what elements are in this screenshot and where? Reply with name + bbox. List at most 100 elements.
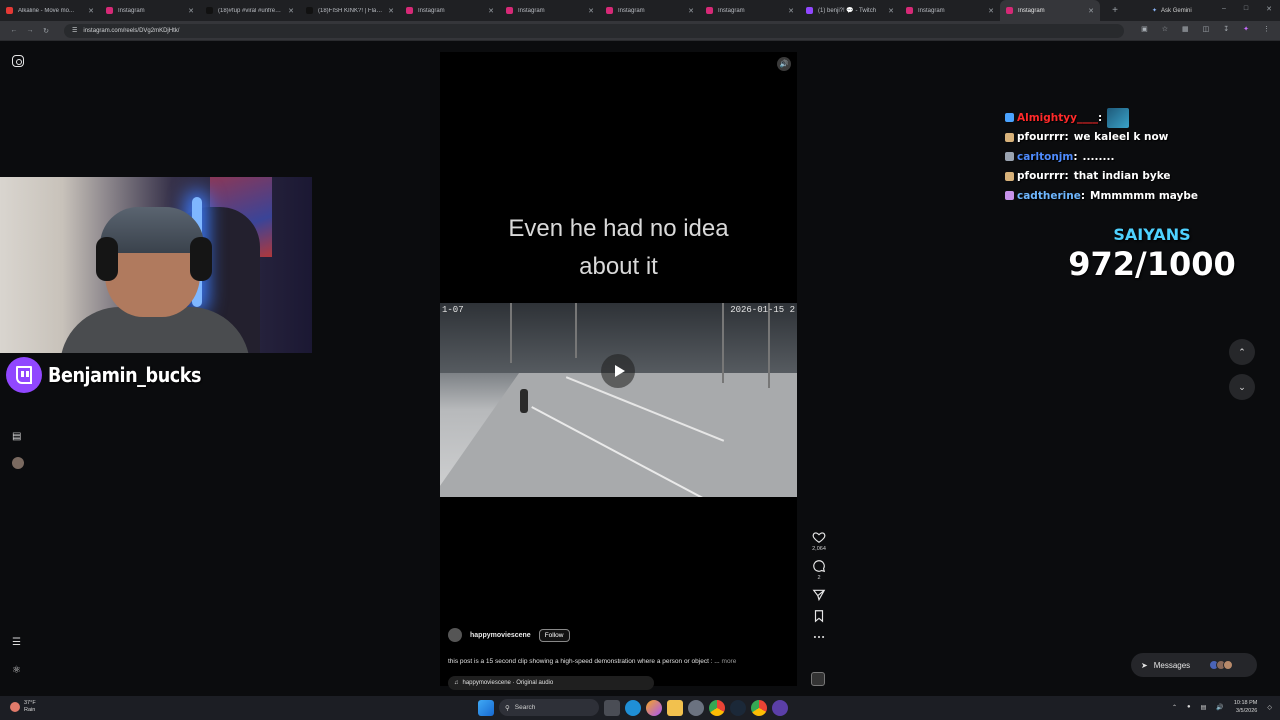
tab-close-icon[interactable]: ✕ bbox=[988, 7, 994, 15]
tab-close-icon[interactable]: ✕ bbox=[788, 7, 794, 15]
share-button[interactable] bbox=[812, 588, 826, 602]
tab-favicon-icon bbox=[6, 7, 13, 14]
save-button[interactable] bbox=[812, 609, 826, 623]
browser-tab[interactable]: Instagram ✕ bbox=[500, 0, 600, 21]
minimize-button[interactable]: – bbox=[1222, 5, 1226, 13]
settings-icon[interactable] bbox=[688, 699, 704, 716]
download-icon[interactable]: ↧ bbox=[1223, 25, 1229, 33]
chat-username: pfourrrr bbox=[1017, 131, 1065, 144]
tab-close-icon[interactable]: ✕ bbox=[588, 7, 594, 15]
reel-video-frame[interactable]: 1-07 2026-01-15 2 bbox=[440, 303, 797, 497]
meta-apps-icon[interactable]: ⚛ bbox=[12, 665, 21, 676]
extensions-icon[interactable]: ▦ bbox=[1182, 25, 1189, 33]
browser-tab[interactable]: Instagram ✕ bbox=[1000, 0, 1100, 21]
chat-badge-icon bbox=[1005, 152, 1014, 162]
close-window-button[interactable]: ✕ bbox=[1266, 5, 1272, 13]
sidepanel-icon[interactable]: ◫ bbox=[1203, 25, 1210, 33]
ask-gemini-label: Ask Gemini bbox=[1161, 7, 1192, 14]
clock[interactable]: 10:18 PM 3/5/2026 bbox=[1234, 699, 1258, 715]
author-avatar[interactable] bbox=[448, 628, 462, 642]
next-reel-button[interactable]: ⌄ bbox=[1229, 374, 1255, 400]
play-icon[interactable] bbox=[601, 354, 635, 388]
mic-icon[interactable]: ● bbox=[1187, 704, 1191, 710]
back-icon[interactable]: ← bbox=[8, 27, 20, 34]
person-figure bbox=[520, 389, 528, 413]
more-options-button[interactable] bbox=[812, 630, 826, 644]
reel-player[interactable]: 🔊 Even he had no idea about it 1-07 2026… bbox=[440, 52, 797, 690]
tab-close-icon[interactable]: ✕ bbox=[88, 7, 94, 15]
tab-close-icon[interactable]: ✕ bbox=[188, 7, 194, 15]
weather-widget[interactable]: 37°F Rain bbox=[10, 700, 36, 714]
mute-button[interactable]: 🔊 bbox=[777, 57, 791, 71]
sub-goal: SAIYANS 972/1000 bbox=[1060, 225, 1244, 283]
menu-icon[interactable]: ⋮ bbox=[1263, 25, 1270, 33]
weather-temp: 37°F bbox=[24, 700, 36, 706]
browser-tab[interactable]: Instagram ✕ bbox=[700, 0, 800, 21]
new-tab-button[interactable]: + bbox=[1108, 5, 1122, 16]
copilot-icon[interactable] bbox=[646, 699, 662, 716]
tab-close-icon[interactable]: ✕ bbox=[488, 7, 494, 15]
chat-message: Almightyy____: bbox=[1005, 107, 1265, 128]
steam-icon[interactable] bbox=[730, 699, 746, 716]
reload-icon[interactable]: ↻ bbox=[40, 27, 52, 35]
tab-label: (18)#fup #viral #unfreeze bbox=[218, 7, 285, 14]
gemini-icon[interactable]: ✦ bbox=[1243, 25, 1249, 33]
more-link[interactable]: more bbox=[722, 658, 737, 665]
chrome-icon[interactable] bbox=[709, 699, 725, 716]
taskbar-search[interactable]: ⚲ Search bbox=[499, 699, 599, 716]
browser-tab[interactable]: Instagram ✕ bbox=[100, 0, 200, 21]
tab-close-icon[interactable]: ✕ bbox=[688, 7, 694, 15]
comment-button[interactable]: 2 bbox=[812, 559, 826, 581]
volume-icon[interactable]: 🔊 bbox=[1216, 704, 1223, 711]
instagram-logo-icon[interactable] bbox=[12, 55, 24, 67]
forward-icon[interactable]: → bbox=[24, 27, 36, 34]
taskbar-apps: ⚲ Search bbox=[478, 699, 788, 716]
browser-tab[interactable]: Instagram ✕ bbox=[400, 0, 500, 21]
tab-close-icon[interactable]: ✕ bbox=[888, 7, 894, 15]
task-view-icon[interactable] bbox=[604, 699, 620, 716]
tab-close-icon[interactable]: ✕ bbox=[1088, 7, 1094, 15]
tab-close-icon[interactable]: ✕ bbox=[388, 7, 394, 15]
tray-chevron-icon[interactable]: ⌃ bbox=[1172, 704, 1177, 711]
start-icon[interactable] bbox=[478, 699, 494, 716]
tab-close-icon[interactable]: ✕ bbox=[288, 7, 294, 15]
author-name[interactable]: happymoviescene bbox=[470, 632, 531, 639]
messages-button[interactable]: ➤ Messages bbox=[1131, 653, 1257, 677]
site-info-icon[interactable]: ☰ bbox=[72, 27, 77, 34]
caption-line-1: Even he had no idea bbox=[508, 215, 729, 242]
maximize-button[interactable]: □ bbox=[1244, 5, 1248, 13]
tab-favicon-icon bbox=[606, 7, 613, 14]
ask-gemini-button[interactable]: ✦ Ask Gemini bbox=[1152, 7, 1192, 15]
speaker-icon: 🔊 bbox=[779, 61, 789, 68]
tab-favicon-icon bbox=[806, 7, 813, 14]
cast-icon[interactable]: ▣ bbox=[1141, 25, 1148, 33]
audio-pill[interactable]: ♫ happymoviescene · Original audio bbox=[448, 676, 654, 690]
tab-label: (18)FISH KINK?! | Flamin bbox=[318, 7, 385, 14]
browser-tab[interactable]: (1) benji?! 💬 - Twitch ✕ bbox=[800, 0, 900, 21]
browser-tab[interactable]: Alkaline - Move mo... ✕ bbox=[0, 0, 100, 21]
obs-icon[interactable] bbox=[772, 699, 788, 716]
comment-count: 2 bbox=[817, 575, 821, 581]
chrome-alt-icon[interactable] bbox=[751, 699, 767, 716]
previous-reel-button[interactable]: ⌃ bbox=[1229, 339, 1255, 365]
message-avatars bbox=[1209, 660, 1234, 670]
browser-tab[interactable]: (18)FISH KINK?! | Flamin ✕ bbox=[300, 0, 400, 21]
profile-avatar[interactable] bbox=[12, 457, 24, 469]
audio-thumbnail[interactable] bbox=[811, 672, 825, 686]
streamer-tag: Benjamin_bucks bbox=[6, 357, 222, 393]
network-icon[interactable]: ▤ bbox=[1201, 704, 1207, 711]
like-button[interactable]: 2,064 bbox=[812, 530, 826, 552]
browser-tab[interactable]: (18)#fup #viral #unfreeze ✕ bbox=[200, 0, 300, 21]
follow-button[interactable]: Follow bbox=[538, 628, 570, 642]
reels-nav-icon[interactable]: ▤ bbox=[12, 431, 21, 442]
edge-icon[interactable] bbox=[625, 699, 641, 716]
bookmark-star-icon[interactable]: ☆ bbox=[1162, 25, 1168, 33]
chat-badge-icon bbox=[1005, 191, 1014, 201]
url-text: instagram.com/reels/DVg2mKDjHtk/ bbox=[83, 27, 180, 34]
file-explorer-icon[interactable] bbox=[667, 699, 683, 716]
more-menu-icon[interactable]: ☰ bbox=[12, 637, 21, 648]
notification-icon[interactable]: ◇ bbox=[1267, 704, 1272, 711]
url-input[interactable]: ☰ instagram.com/reels/DVg2mKDjHtk/ bbox=[64, 23, 1124, 38]
browser-tab[interactable]: Instagram ✕ bbox=[900, 0, 1000, 21]
browser-tab[interactable]: Instagram ✕ bbox=[600, 0, 700, 21]
